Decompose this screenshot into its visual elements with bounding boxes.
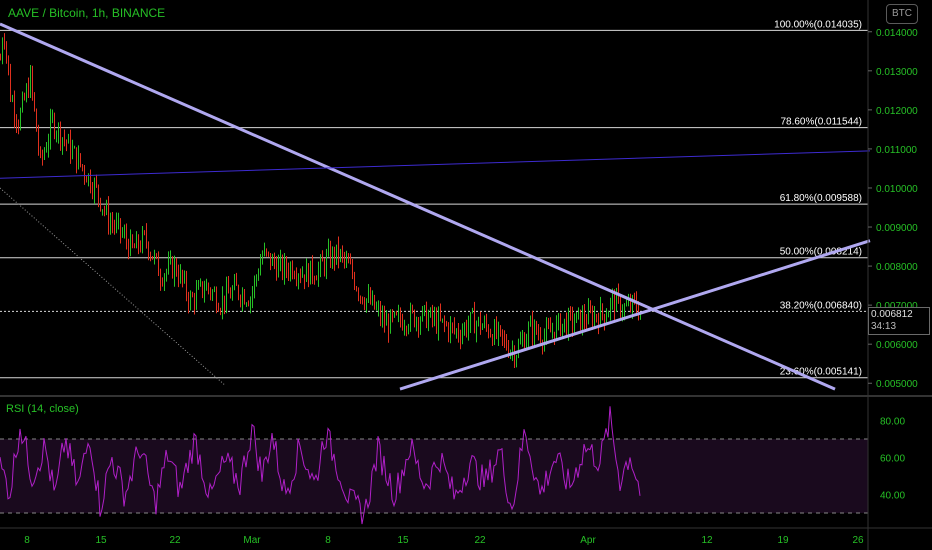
price-tick-label: 0.013000 (876, 67, 918, 78)
time-tick-label: 26 (852, 535, 864, 546)
rsi-title: RSI (14, close) (6, 403, 79, 415)
price-tick-label: 0.010000 (876, 184, 918, 195)
price-tick-label: 0.011000 (876, 145, 917, 156)
price-tick-label: 0.014000 (876, 28, 918, 39)
time-tick-label: Apr (580, 535, 596, 546)
time-tick-label: 15 (397, 535, 409, 546)
price-tick-label: 0.012000 (876, 106, 918, 117)
bar-countdown: 34:13 (871, 321, 897, 332)
currency-badge[interactable]: BTC (886, 4, 918, 24)
time-tick-label: 22 (169, 535, 181, 546)
price-tick-label: 0.008000 (876, 262, 918, 273)
last-price: 0.006812 (871, 309, 913, 320)
rsi-tick-label: 40.00 (880, 491, 905, 502)
last-price-tag: 0.006812 34:13 (868, 307, 930, 335)
time-tick-label: 8 (325, 535, 331, 546)
symbol-title: AAVE / Bitcoin, 1h, BINANCE (8, 6, 166, 20)
fib-level-label: 23.60%(0.005141) (780, 367, 862, 378)
chart-canvas: 100.00%(0.014035) 78.60%(0.011544) 61.80%(… (0, 0, 932, 550)
time-tick-label: 8 (24, 535, 30, 546)
rsi-tick-label: 60.00 (880, 454, 905, 465)
price-tick-label: 0.009000 (876, 223, 918, 234)
rsi-tick-label: 80.00 (880, 417, 905, 428)
time-tick-label: Mar (243, 535, 261, 546)
fib-level-label: 100.00%(0.014035) (774, 19, 862, 30)
time-tick-label: 15 (95, 535, 107, 546)
price-tick-label: 0.006000 (876, 340, 918, 351)
fib-level-label: 78.60%(0.011544) (780, 117, 862, 128)
time-tick-label: 22 (474, 535, 486, 546)
time-tick-label: 19 (777, 535, 789, 546)
fib-level-label: 38.20%(0.006840) (780, 300, 862, 311)
price-tick-label: 0.005000 (876, 379, 918, 390)
time-tick-label: 12 (701, 535, 713, 546)
fib-level-label: 61.80%(0.009588) (780, 193, 862, 204)
